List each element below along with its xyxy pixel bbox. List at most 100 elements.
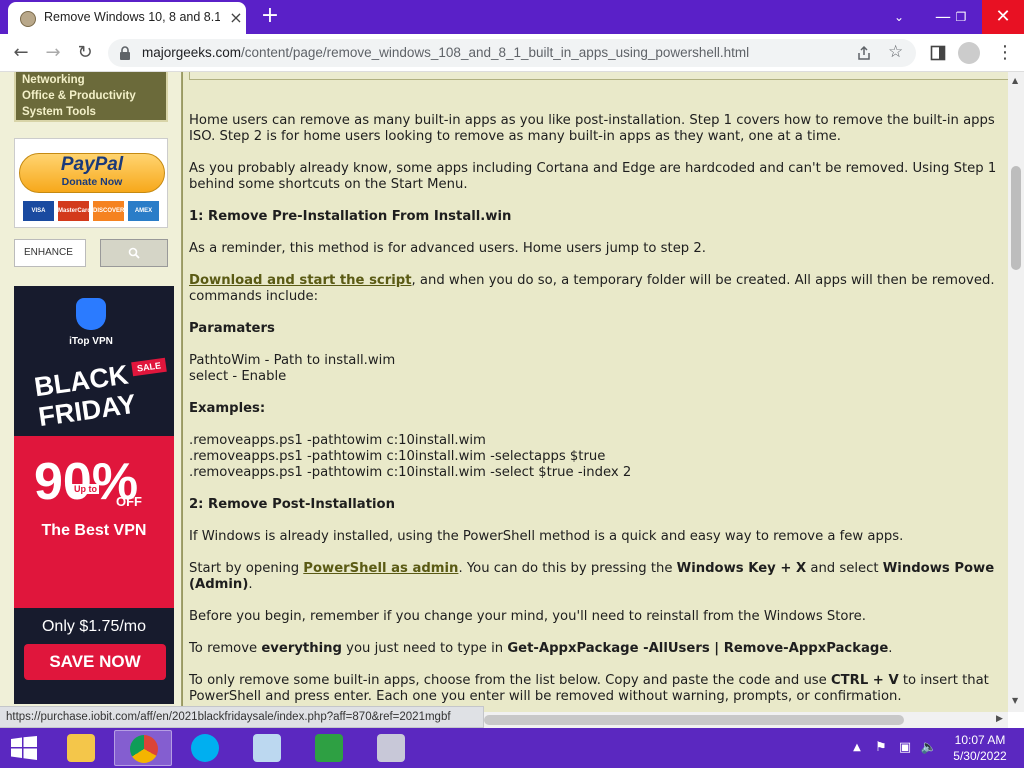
paragraph-intro-line-1: Home users can remove as many built-in a…	[189, 113, 995, 128]
url-text[interactable]: majorgeeks.com/content/page/remove_windo…	[142, 45, 842, 63]
p8-start: To remove	[189, 641, 262, 656]
notepad-icon	[253, 734, 281, 762]
store-icon	[315, 734, 343, 762]
p6-and: and select	[806, 561, 883, 576]
taskbar-store[interactable]	[300, 730, 358, 766]
web-page: Networking Office & Productivity System …	[0, 72, 1024, 712]
heading-step-1: 1: Remove Pre-Installation From Install.…	[189, 209, 512, 224]
address-bar[interactable]: majorgeeks.com/content/page/remove_windo…	[108, 39, 916, 67]
nav-item-networking[interactable]: Networking	[16, 72, 166, 88]
scroll-down-icon[interactable]: ▼	[1012, 696, 1018, 705]
back-arrow-icon[interactable]: ←	[8, 41, 34, 65]
paypal-donate-button[interactable]: PayPal Donate Now	[19, 153, 165, 193]
article-body: Home users can remove as many built-in a…	[182, 72, 1008, 712]
heading-step-2: 2: Remove Post-Installation	[189, 497, 395, 512]
p9-key: CTRL + V	[830, 673, 899, 688]
nav-item-system-tools[interactable]: System Tools	[16, 104, 166, 120]
p9-end: to insert that	[898, 673, 989, 688]
action-center-flag-icon[interactable]: ⚑	[872, 738, 890, 758]
paragraph-commands: commands include:	[189, 289, 319, 304]
ad-off: OFF	[116, 494, 142, 509]
paragraph-intro-line-2: ISO. Step 2 is for home users looking to…	[189, 129, 841, 144]
clock-date: 5/30/2022	[953, 749, 1007, 763]
paragraph-remove-some: To only remove some built-in apps, choos…	[189, 673, 1008, 689]
menu-kebab-icon[interactable]: ⋮	[996, 42, 1014, 63]
maximize-button[interactable]: ❐	[942, 0, 980, 34]
download-text: , and when you do so, a temporary folder…	[411, 273, 995, 288]
tab-close-icon[interactable]: ×	[228, 9, 244, 27]
tab-strip: Remove Windows 10, 8 and 8.1 B × + ⌄ — ❐…	[0, 0, 1024, 34]
new-tab-button[interactable]: +	[258, 4, 282, 28]
ad-best-vpn: The Best VPN	[41, 522, 147, 539]
site-search-button[interactable]	[100, 239, 168, 267]
lock-icon	[120, 46, 130, 60]
windows-start-icon[interactable]	[10, 736, 38, 760]
paragraph-reminder: As a reminder, this method is for advanc…	[189, 241, 706, 256]
remote-icon	[377, 734, 405, 762]
heading-examples: Examples:	[189, 401, 266, 416]
paragraph-already-installed: If Windows is already installed, using t…	[189, 529, 904, 544]
bookmark-star-icon[interactable]: ☆	[888, 42, 903, 62]
download-script-link[interactable]: Download and start the script	[189, 273, 412, 288]
taskbar-skype[interactable]	[176, 730, 234, 766]
site-search-input[interactable]: ENHANCE	[14, 239, 86, 267]
paragraph-download: Download and start the script, and when …	[189, 273, 1008, 289]
network-icon[interactable]: ▣	[896, 738, 914, 758]
visa-card-icon: VISA	[23, 201, 54, 221]
browser-tab[interactable]: Remove Windows 10, 8 and 8.1 B ×	[8, 2, 246, 34]
example-3: .removeapps.ps1 -pathtowim c:10install.w…	[189, 465, 632, 480]
side-panel-icon[interactable]	[930, 45, 946, 61]
ad-save-now-button[interactable]: SAVE NOW	[24, 644, 166, 680]
ad-price: Only $1.75/mo	[41, 618, 147, 635]
p8-command: Get-AppxPackage -AllUsers | Remove-AppxP…	[507, 641, 889, 656]
skype-icon	[191, 734, 219, 762]
share-icon[interactable]	[856, 45, 872, 61]
heading-parameters: Paramaters	[189, 321, 275, 336]
powershell-admin-link[interactable]: PowerShell as admin	[303, 561, 458, 576]
volume-muted-icon[interactable]: 🔈	[920, 738, 938, 758]
profile-avatar-icon[interactable]	[958, 42, 980, 64]
paragraph-before-begin: Before you begin, remember if you change…	[189, 609, 866, 624]
vertical-scrollbar[interactable]: ▲ ▼	[1008, 72, 1024, 712]
taskbar-remote[interactable]	[362, 730, 420, 766]
majorgeeks-favicon-icon	[20, 11, 36, 27]
p6-key: Windows Key + X	[676, 561, 807, 576]
paypal-donate-widget[interactable]: PayPal Donate Now VISA MasterCard DISCOV…	[14, 138, 168, 228]
taskbar-clock[interactable]: 10:07 AM 5/30/2022	[940, 732, 1020, 764]
reload-icon[interactable]: ↻	[72, 41, 98, 65]
scroll-up-icon[interactable]: ▲	[1012, 76, 1018, 85]
taskbar-file-explorer[interactable]	[52, 730, 110, 766]
tab-search-button[interactable]: ⌄	[880, 0, 918, 34]
url-domain: majorgeeks.com	[142, 45, 242, 60]
horizontal-scrollbar[interactable]: ▶	[484, 712, 1008, 728]
itop-vpn-ad[interactable]: iTop VPN BLACK FRIDAY SALE 90% Up to OFF …	[14, 286, 174, 704]
url-path: /content/page/remove_windows_108_and_8_1…	[241, 45, 750, 60]
browser-toolbar: ← → ↻ majorgeeks.com/content/page/remove…	[0, 34, 1024, 72]
donate-now-label: Donate Now	[61, 176, 123, 188]
paragraph-remove-everything: To remove everything you just need to ty…	[189, 641, 1008, 657]
itop-vpn-shield-icon	[76, 298, 106, 330]
taskbar-chrome[interactable]	[114, 730, 172, 766]
paypal-logo-text: PayPal	[60, 154, 124, 175]
p6-menu: Windows Powe	[882, 561, 995, 576]
paragraph-remove-some-line-2: PowerShell and press enter. Each one you…	[189, 689, 902, 704]
p6-admin: (Admin)	[189, 577, 249, 592]
nav-item-office-productivity[interactable]: Office & Productivity	[16, 88, 166, 104]
left-sidebar: Networking Office & Productivity System …	[0, 72, 182, 712]
param-pathtowim: PathtoWim - Path to install.wim	[189, 353, 396, 368]
tray-show-hidden-icon[interactable]: ▲	[850, 738, 864, 758]
example-1: .removeapps.ps1 -pathtowim c:10install.w…	[189, 433, 486, 448]
search-icon	[128, 247, 140, 259]
forward-arrow-icon[interactable]: →	[40, 41, 66, 65]
scroll-right-icon[interactable]: ▶	[996, 714, 1003, 724]
clock-time: 10:07 AM	[954, 733, 1006, 747]
discover-card-icon: DISCOVER	[93, 201, 124, 221]
vertical-scroll-thumb[interactable]	[1011, 166, 1021, 270]
close-window-button[interactable]: ✕	[982, 0, 1024, 34]
horizontal-scroll-thumb[interactable]	[484, 715, 904, 725]
paragraph-hardcoded-line-2: behind some shortcuts on the Start Menu.	[189, 177, 468, 192]
example-2: .removeapps.ps1 -pathtowim c:10install.w…	[189, 449, 606, 464]
p6-start: Start by opening	[189, 561, 304, 576]
taskbar-notepad[interactable]	[238, 730, 296, 766]
article-top-frame	[189, 72, 1008, 80]
